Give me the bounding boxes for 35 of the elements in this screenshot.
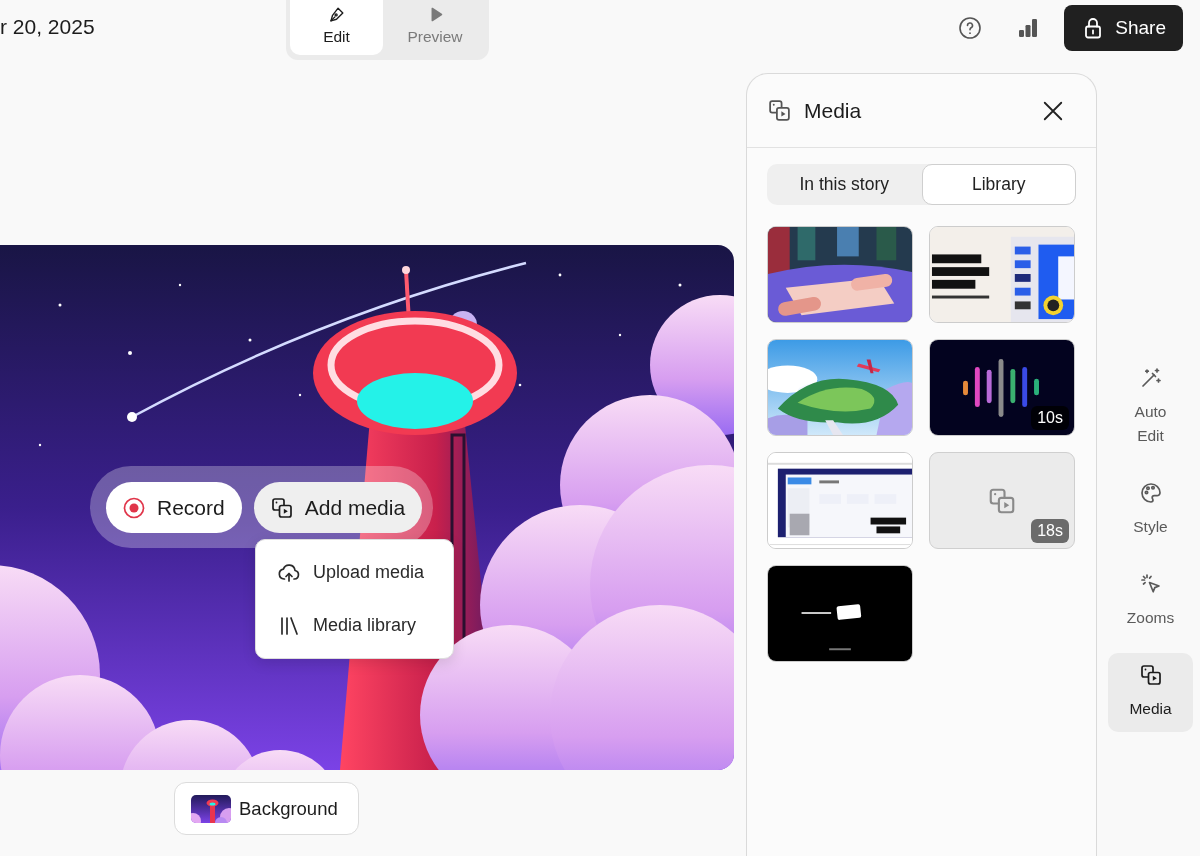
tower-thumbnail-icon [191, 794, 231, 823]
screen-recording-drawing[interactable] [767, 452, 913, 549]
duration-badge: 10s [1031, 406, 1069, 430]
date-title: r 20, 2025 [0, 14, 96, 40]
palette-icon [1138, 481, 1163, 505]
island-landscape-drawing[interactable] [767, 339, 913, 436]
help-icon[interactable] [958, 15, 983, 40]
media-icon [767, 98, 792, 123]
media-icon [1138, 663, 1163, 687]
pen-icon [327, 5, 346, 24]
waveform-drawing[interactable] [929, 339, 1075, 436]
sidebar-item[interactable]: Zooms [1108, 562, 1193, 641]
slide-deck-drawing[interactable] [929, 226, 1075, 323]
sidebar-item[interactable]: Style [1108, 471, 1193, 550]
duration-badge: 18s [1031, 519, 1069, 543]
menu-item[interactable]: Upload media [256, 546, 453, 599]
mode-tab[interactable]: Preview [385, 0, 485, 55]
mode-tab[interactable]: Edit [290, 0, 383, 55]
menu-item[interactable]: Media library [256, 599, 453, 652]
panel-tab[interactable]: Library [921, 164, 1076, 205]
media-icon [269, 495, 294, 520]
panel-title: Media [804, 98, 862, 123]
media-placeholder-tile[interactable] [929, 452, 1075, 549]
sidebar-item[interactable]: Auto Edit [1108, 356, 1193, 459]
share-button[interactable]: Share [1064, 4, 1183, 51]
scroll-scene-drawing[interactable] [767, 226, 913, 323]
record-icon [122, 495, 146, 520]
sidebar-item[interactable]: Media [1108, 653, 1193, 732]
close-icon[interactable] [1042, 99, 1064, 122]
add-media-button[interactable]: Add media [253, 482, 423, 533]
panel-tab[interactable]: In this story [767, 164, 922, 205]
title-card-drawing[interactable] [767, 565, 913, 662]
record-button[interactable]: Record [106, 482, 242, 533]
background-button[interactable]: Background [174, 782, 359, 835]
cursor-click-icon [1138, 572, 1163, 596]
